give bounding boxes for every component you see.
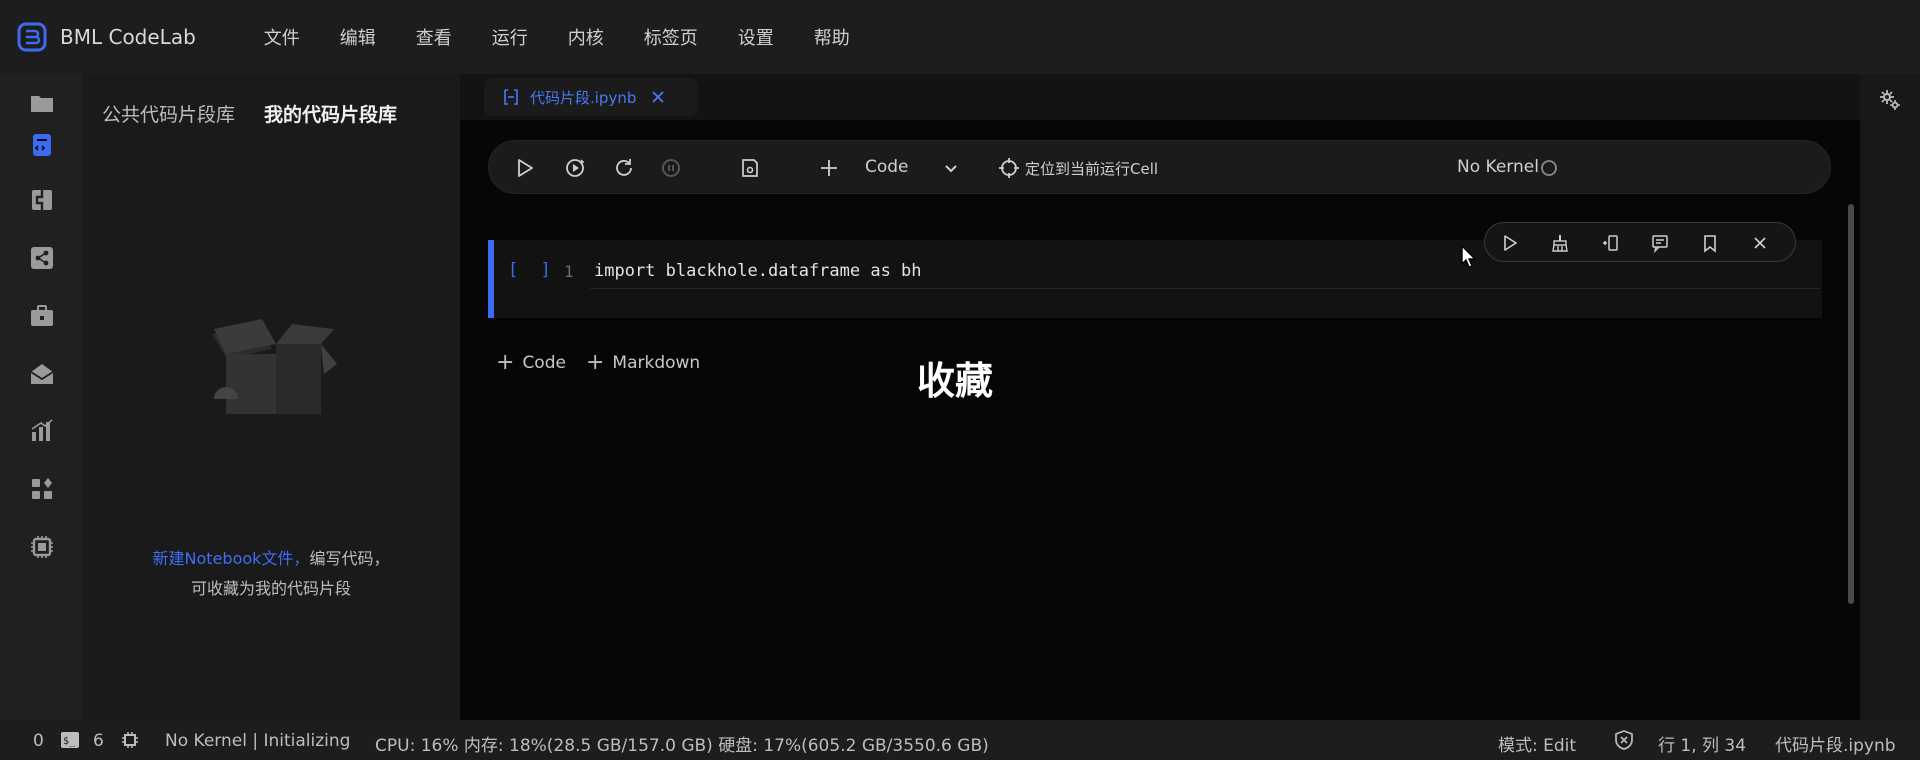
menu-kernel[interactable]: 内核 [568, 24, 604, 50]
add-markdown-label: Markdown [612, 352, 701, 373]
menu-tabs[interactable]: 标签页 [644, 24, 698, 50]
restart-icon[interactable] [610, 154, 638, 182]
package-icon[interactable] [29, 187, 55, 213]
run-cell-icon[interactable] [1499, 232, 1521, 254]
right-sidebar [1860, 74, 1920, 720]
cell-toolbar [1484, 222, 1796, 262]
kernel-name[interactable]: No Kernel [1457, 157, 1539, 177]
cell-code[interactable]: import blackhole.dataframe as bh [594, 261, 922, 281]
snippet-panel: 公共代码片段库 我的代码片段库 新建Notebook文件，编写代码， 可收藏为我… [82, 74, 460, 720]
menu-bar: BML CodeLab 文件 编辑 查看 运行 内核 标签页 设置 帮助 [0, 0, 1920, 74]
svg-text:$_: $_ [63, 736, 76, 747]
locate-running-cell[interactable]: 定位到当前运行Cell [1025, 158, 1158, 179]
app-logo-icon [17, 22, 47, 52]
mouse-pointer-icon [1461, 244, 1477, 268]
add-cell-row: + Code + Markdown [496, 350, 720, 375]
scrollbar[interactable] [1848, 204, 1854, 604]
app-window: BML CodeLab 文件 编辑 查看 运行 内核 标签页 设置 帮助 公共代… [0, 0, 1920, 760]
cursor-position[interactable]: 行 1, 列 34 [1658, 731, 1746, 756]
add-code-label: Code [522, 352, 566, 373]
status-count-1[interactable]: 0 [33, 731, 44, 751]
settings-gear-icon[interactable] [1878, 88, 1902, 112]
folder-icon[interactable] [29, 90, 55, 116]
current-file: 代码片段.ipynb [1775, 736, 1896, 756]
add-cell-icon[interactable] [815, 154, 843, 182]
run-icon[interactable] [511, 154, 539, 182]
save-icon[interactable] [736, 154, 764, 182]
close-icon[interactable] [650, 89, 666, 105]
mail-open-icon[interactable] [29, 361, 55, 387]
cell-prompt: [ ] [508, 260, 557, 280]
file-tab[interactable]: 代码片段.ipynb [484, 78, 698, 116]
menu-help[interactable]: 帮助 [814, 24, 850, 50]
shield-icon[interactable] [1614, 730, 1634, 750]
kernel-status-icon [1535, 154, 1563, 182]
empty-text-1: 编写代码， [309, 549, 390, 568]
line-number: 1 [564, 262, 574, 281]
comment-icon[interactable] [1649, 232, 1671, 254]
resource-usage: CPU: 16% 内存: 18%(28.5 GB/157.0 GB) 硬盘: 1… [375, 736, 989, 756]
chip-icon[interactable] [29, 534, 55, 560]
clear-output-icon[interactable] [1549, 232, 1571, 254]
code-snippet-icon[interactable] [29, 132, 55, 158]
status-bar: 0 $_ 6 No Kernel | Initializing CPU: 16%… [0, 720, 1920, 760]
delete-cell-icon[interactable] [1749, 232, 1771, 254]
menu-file[interactable]: 文件 [264, 24, 300, 50]
add-markdown-button[interactable]: + Markdown [586, 350, 700, 375]
run-all-icon[interactable] [561, 154, 589, 182]
menu-edit[interactable]: 编辑 [340, 24, 376, 50]
share-nodes-icon[interactable] [29, 245, 55, 271]
menu-run[interactable]: 运行 [492, 24, 528, 50]
snippet-tabs: 公共代码片段库 我的代码片段库 [102, 100, 426, 127]
tab-strip: 代码片段.ipynb [460, 74, 1860, 120]
toolbox-icon[interactable] [29, 303, 55, 329]
kernel-state[interactable]: No Kernel | Initializing [165, 731, 350, 751]
plus-icon: + [585, 350, 605, 375]
interrupt-icon[interactable] [657, 154, 685, 182]
crosshair-icon[interactable] [995, 154, 1023, 182]
cell-type-select[interactable]: Code [865, 157, 909, 177]
tab-my-snippets[interactable]: 我的代码片段库 [264, 100, 397, 127]
tooltip-label: 收藏 [917, 359, 994, 403]
notebook-toolbar: Code 定位到当前运行Cell No Kernel [488, 140, 1831, 194]
cell-divider [590, 288, 1820, 289]
notebook-editor: 代码片段.ipynb Code 定位到当前运行Cell No Kernel [… [460, 74, 1860, 720]
insert-cell-icon[interactable] [1599, 232, 1621, 254]
notebook-file-icon [504, 89, 518, 105]
chevron-down-icon[interactable] [937, 154, 965, 182]
activity-bar [0, 74, 82, 720]
chart-icon[interactable] [29, 418, 55, 444]
plus-icon: + [496, 350, 515, 375]
kernel-chip-icon[interactable] [120, 730, 140, 750]
empty-text-2: 可收藏为我的代码片段 [190, 579, 351, 598]
tab-public-snippets[interactable]: 公共代码片段库 [102, 100, 235, 127]
status-count-2[interactable]: 6 [93, 731, 104, 751]
widgets-icon[interactable] [29, 476, 55, 502]
menu-list: 文件 编辑 查看 运行 内核 标签页 设置 帮助 [264, 24, 890, 50]
new-notebook-link[interactable]: 新建Notebook文件， [153, 549, 310, 568]
menu-view[interactable]: 查看 [416, 24, 452, 50]
brand: BML CodeLab [16, 21, 196, 53]
file-tab-name: 代码片段.ipynb [530, 88, 637, 107]
empty-message: 新建Notebook文件，编写代码， 可收藏为我的代码片段 [82, 544, 460, 604]
bookmark-icon[interactable] [1699, 232, 1721, 254]
app-name: BML CodeLab [60, 25, 196, 49]
menu-settings[interactable]: 设置 [738, 24, 774, 50]
terminal-icon[interactable]: $_ [60, 730, 80, 750]
empty-box-illustration [212, 319, 337, 414]
add-code-button[interactable]: + Code [496, 350, 566, 375]
edit-mode[interactable]: 模式: Edit [1498, 731, 1576, 756]
